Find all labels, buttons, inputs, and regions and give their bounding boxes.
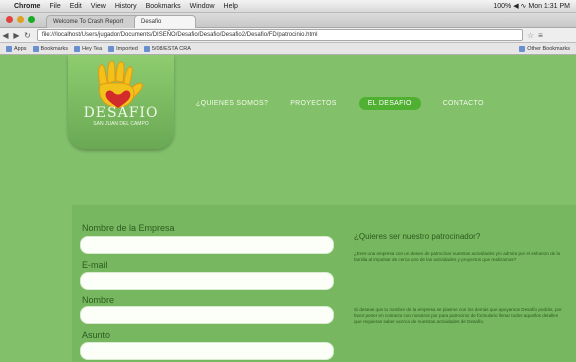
sponsor-title: ¿Quieres ser nuestro patrocinador? (354, 232, 481, 241)
bookmark-bookmarks[interactable]: Bookmarks (32, 45, 68, 52)
menu-window[interactable]: Window (190, 3, 215, 10)
window-controls (6, 16, 35, 23)
back-icon[interactable]: ◀ (0, 31, 11, 40)
bookmark-hey-tea[interactable]: Hey Tea (74, 45, 102, 52)
menu-bookmarks[interactable]: Bookmarks (146, 3, 181, 10)
company-name-input[interactable] (80, 236, 334, 254)
nav-el-desafio[interactable]: EL DESAFIO (358, 97, 421, 110)
close-window-icon[interactable] (6, 16, 13, 23)
apps-icon (6, 45, 12, 52)
zoom-window-icon[interactable] (28, 16, 35, 23)
bookmark-other[interactable]: Other Bookmarks (519, 45, 570, 52)
nav-contacto[interactable]: CONTACTO (443, 100, 484, 107)
bookmark-icon (74, 45, 81, 52)
menu-view[interactable]: View (91, 3, 106, 10)
mac-menubar: Chrome File Edit View History Bookmarks … (0, 0, 576, 13)
menu-wrench-icon[interactable]: ≡ (538, 31, 543, 40)
nav-proyectos[interactable]: PROYECTOS (290, 100, 337, 107)
main-nav: ¿QUIENES SOMOS? PROYECTOS EL DESAFIO CON… (196, 97, 484, 110)
label-name: Nombre (82, 295, 115, 305)
nav-quienes-somos[interactable]: ¿QUIENES SOMOS? (196, 100, 268, 107)
bookmark-icon (32, 45, 39, 52)
menu-chrome[interactable]: Chrome (14, 3, 40, 10)
bookmark-imported[interactable]: Imported (108, 45, 138, 52)
menu-file[interactable]: File (49, 3, 60, 10)
bookmark-apps[interactable]: Apps (6, 45, 27, 52)
name-input[interactable] (80, 306, 334, 324)
email-input[interactable] (80, 272, 334, 290)
web-page: DESAFIO SAN JUAN DEL CAMPO ¿QUIENES SOMO… (0, 55, 576, 362)
label-subject: Asunto (82, 330, 111, 340)
label-company-name: Nombre de la Empresa (82, 223, 175, 233)
menu-edit[interactable]: Edit (70, 3, 82, 10)
site-logo[interactable]: DESAFIO SAN JUAN DEL CAMPO (68, 55, 174, 149)
sponsor-form-panel: Nombre de la Empresa E-mail Nombre Asunt… (72, 205, 576, 362)
folder-icon (108, 45, 115, 52)
sponsor-paragraph-2: Si deseas que tu nombre de la empresa se… (354, 307, 562, 324)
menu-help[interactable]: Help (224, 3, 238, 10)
tab-desafio[interactable]: Desafio (134, 15, 196, 28)
menu-history[interactable]: History (115, 3, 137, 10)
minimize-window-icon[interactable] (17, 16, 24, 23)
browser-toolbar: ◀ ▶ ↻ file:///localhost/Users/jugador/Do… (0, 28, 576, 43)
folder-icon (519, 45, 526, 52)
status-area: 100% ◀ ∿ Mon 1:31 PM (493, 3, 570, 10)
browser-tabbar: Welcome To Crash Report Desafio (0, 13, 576, 28)
reload-icon[interactable]: ↻ (22, 31, 33, 40)
bookmark-star-icon[interactable]: ☆ (527, 31, 534, 40)
bookmark-icon (143, 45, 150, 52)
address-bar[interactable]: file:///localhost/Users/jugador/Document… (37, 29, 523, 41)
bookmarks-bar: Apps Bookmarks Hey Tea Imported 5/08/EST… (0, 43, 576, 55)
logo-subtitle: SAN JUAN DEL CAMPO (93, 121, 149, 127)
logo-text: DESAFIO (83, 105, 159, 121)
forward-icon[interactable]: ▶ (11, 31, 22, 40)
sponsor-paragraph-1: ¿Eres una empresa con un deseo de patroc… (354, 251, 561, 262)
label-email: E-mail (82, 260, 108, 270)
subject-input[interactable] (80, 342, 334, 360)
bookmark-esta[interactable]: 5/08/ESTA CRA (143, 45, 191, 52)
tab-crash-report[interactable]: Welcome To Crash Report (46, 15, 140, 28)
